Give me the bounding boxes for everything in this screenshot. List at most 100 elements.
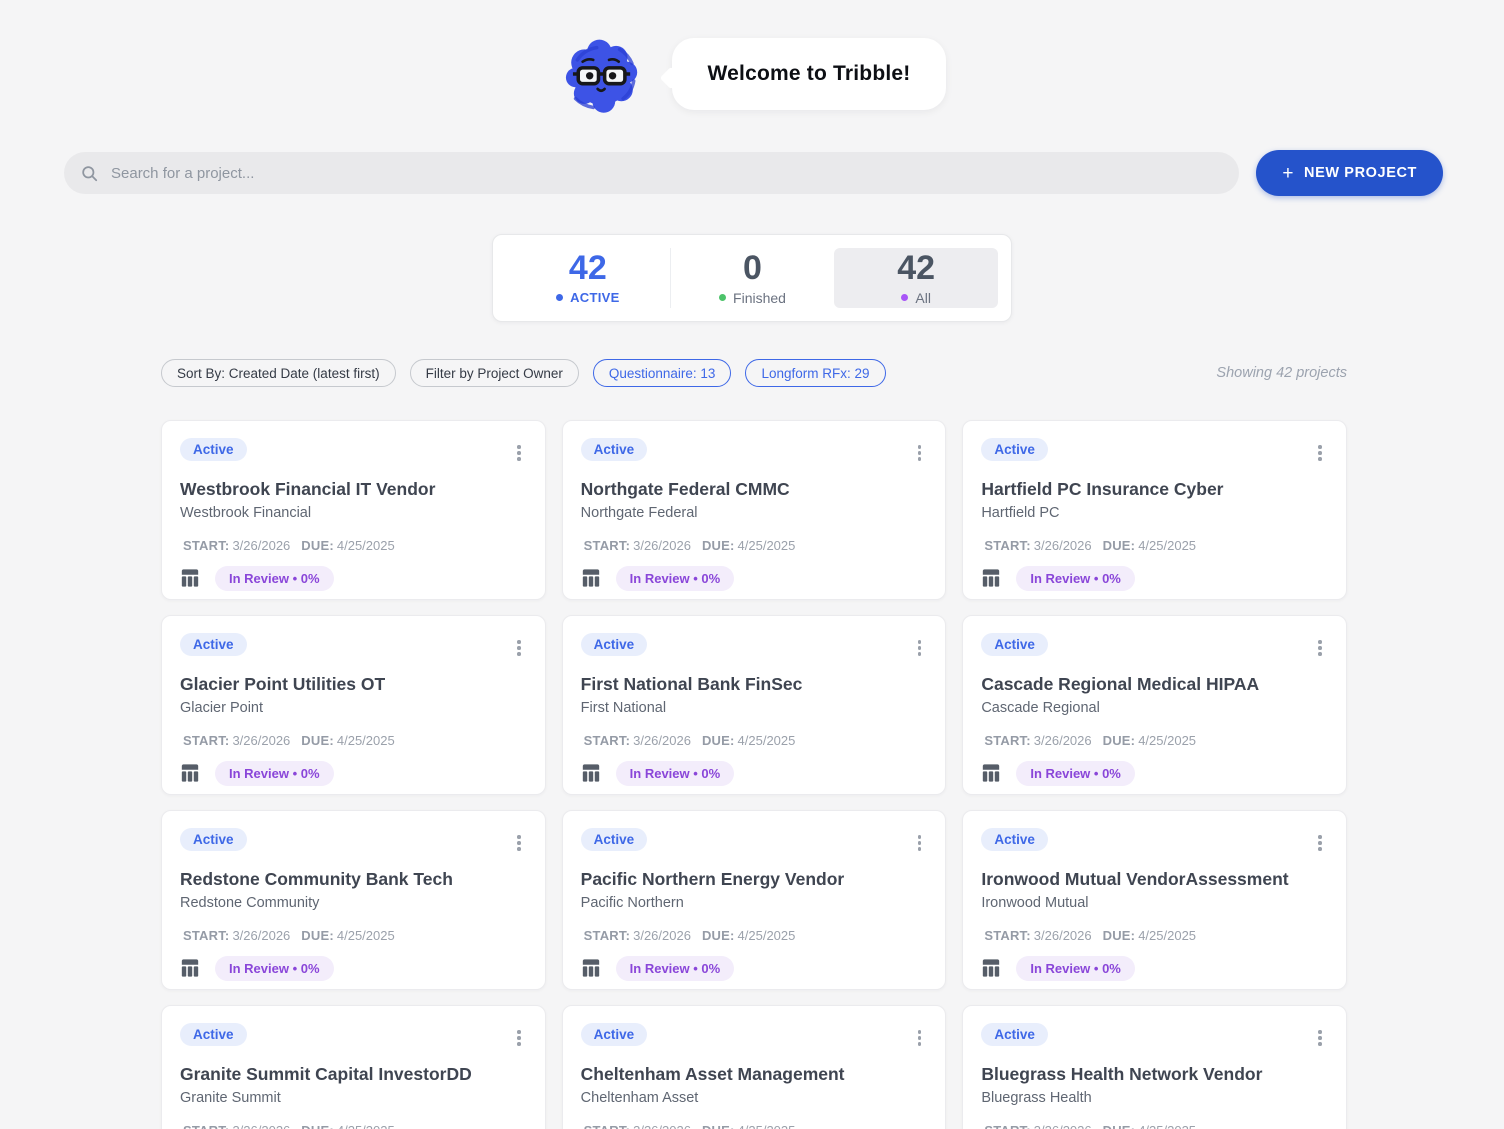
table-icon — [582, 764, 599, 782]
project-card[interactable]: Active Glacier Point Utilities OT Glacie… — [161, 615, 546, 795]
card-dates: START:3/26/2026 DUE:4/25/2025 — [981, 538, 1328, 553]
start-label: START: — [183, 537, 230, 553]
search-input[interactable] — [111, 164, 1224, 182]
due-label: DUE: — [702, 1123, 735, 1129]
due-value: 4/25/2025 — [1138, 1123, 1196, 1129]
finished-dot-icon — [719, 294, 727, 301]
search-box[interactable] — [64, 152, 1240, 194]
active-label: ACTIVE — [570, 290, 620, 305]
card-menu-button[interactable] — [912, 635, 928, 661]
due-value: 4/25/2025 — [336, 927, 395, 943]
card-menu-button[interactable] — [1312, 635, 1328, 661]
status-badge: Active — [180, 633, 247, 656]
card-dates: START:3/26/2026 DUE:4/25/2025 — [981, 928, 1328, 943]
new-project-button[interactable]: + NEW PROJECT — [1256, 150, 1443, 196]
card-title: Granite Summit Capital InvestorDD — [180, 1063, 472, 1084]
project-card[interactable]: Active Cascade Regional Medical HIPAA Ca… — [962, 615, 1347, 795]
finished-count: 0 — [743, 248, 762, 287]
due-label: DUE: — [701, 537, 735, 553]
card-menu-button[interactable] — [1312, 1025, 1328, 1051]
review-status-badge: In Review • 0% — [215, 760, 334, 786]
status-badge: Active — [580, 438, 648, 461]
showing-count: Showing 42 projects — [1216, 365, 1347, 381]
card-title: Hartfield PC Insurance Cyber — [981, 478, 1224, 499]
start-label: START: — [984, 732, 1031, 748]
due-label: DUE: — [301, 537, 334, 553]
review-status-badge: In Review • 0% — [615, 955, 735, 981]
project-card[interactable]: Active Bluegrass Health Network Vendor B… — [962, 1005, 1347, 1129]
card-menu-button[interactable] — [511, 440, 527, 466]
due-label: DUE: — [1102, 732, 1136, 748]
card-dates: START:3/26/2026 DUE:4/25/2025 — [581, 928, 928, 943]
start-label: START: — [183, 927, 230, 943]
card-subtitle: Glacier Point — [180, 699, 264, 716]
card-menu-button[interactable] — [511, 1025, 527, 1051]
all-count: 42 — [897, 248, 936, 287]
start-value: 3/26/2026 — [633, 732, 691, 748]
start-label: START: — [984, 1123, 1030, 1129]
card-subtitle: Westbrook Financial — [180, 504, 312, 521]
questionnaire-filter-button[interactable]: Questionnaire: 13 — [592, 359, 732, 387]
project-card[interactable]: Active Granite Summit Capital InvestorDD… — [161, 1005, 546, 1129]
due-value: 4/25/2025 — [1138, 537, 1197, 553]
card-dates: START:3/26/2026 DUE:4/25/2025 — [180, 733, 527, 748]
due-value: 4/25/2025 — [1138, 927, 1197, 943]
stat-finished[interactable]: 0 Finished — [671, 248, 835, 308]
sort-by-button[interactable]: Sort By: Created Date (latest first) — [161, 359, 396, 387]
tribble-mascot-icon — [565, 39, 637, 113]
card-title: Northgate Federal CMMC — [580, 478, 790, 499]
status-badge: Active — [180, 438, 247, 461]
card-menu-button[interactable] — [511, 635, 527, 661]
start-value: 3/26/2026 — [232, 537, 291, 553]
card-menu-button[interactable] — [912, 1025, 928, 1051]
due-label: DUE: — [301, 927, 334, 943]
project-owner-filter-button[interactable]: Filter by Project Owner — [409, 359, 579, 387]
card-subtitle: Bluegrass Health — [981, 1089, 1092, 1106]
card-subtitle: Hartfield PC — [981, 504, 1060, 521]
project-card[interactable]: Active Northgate Federal CMMC Northgate … — [561, 420, 947, 600]
all-dot-icon — [901, 294, 909, 301]
project-card[interactable]: Active Redstone Community Bank Tech Reds… — [161, 810, 546, 990]
table-icon — [181, 569, 199, 587]
card-title: Ironwood Mutual VendorAssessment — [981, 868, 1289, 889]
review-status-badge: In Review • 0% — [1016, 565, 1135, 591]
project-card[interactable]: Active Hartfield PC Insurance Cyber Hart… — [962, 420, 1347, 600]
card-dates: START:3/26/2026 DUE:4/25/2025 — [581, 1123, 928, 1129]
review-status-badge: In Review • 0% — [215, 955, 334, 981]
new-project-label: NEW PROJECT — [1304, 165, 1417, 181]
project-card[interactable]: Active Pacific Northern Energy Vendor Pa… — [561, 810, 947, 990]
card-title: Bluegrass Health Network Vendor — [981, 1063, 1263, 1084]
card-title: Cascade Regional Medical HIPAA — [981, 673, 1260, 694]
card-menu-button[interactable] — [912, 830, 928, 856]
start-value: 3/26/2026 — [633, 537, 691, 553]
filter-bar: Sort By: Created Date (latest first) Fil… — [161, 359, 1347, 387]
status-badge: Active — [981, 828, 1048, 851]
card-menu-button[interactable] — [1312, 830, 1328, 856]
card-menu-button[interactable] — [511, 830, 527, 856]
plus-icon: + — [1282, 162, 1295, 184]
project-card[interactable]: Active Cheltenham Asset Management Chelt… — [561, 1005, 947, 1129]
card-subtitle: Northgate Federal — [580, 504, 698, 521]
due-label: DUE: — [1102, 927, 1136, 943]
stat-active[interactable]: 42 ACTIVE — [506, 248, 671, 308]
due-label: DUE: — [1103, 1123, 1136, 1129]
card-menu-button[interactable] — [1312, 440, 1328, 466]
project-card[interactable]: Active Westbrook Financial IT Vendor Wes… — [161, 420, 546, 600]
table-icon — [582, 959, 599, 977]
card-title: Glacier Point Utilities OT — [180, 673, 386, 694]
card-menu-button[interactable] — [912, 440, 928, 466]
project-card[interactable]: Active Ironwood Mutual VendorAssessment … — [962, 810, 1347, 990]
stat-all[interactable]: 42 All — [834, 248, 999, 308]
search-icon — [82, 165, 98, 181]
table-icon — [983, 569, 1000, 587]
project-card[interactable]: Active First National Bank FinSec First … — [561, 615, 947, 795]
card-dates: START:3/26/2026 DUE:4/25/2025 — [180, 538, 527, 553]
table-icon — [983, 764, 1000, 782]
project-stats-card: 42 ACTIVE 0 Finished 42 All — [492, 234, 1012, 322]
card-subtitle: Cheltenham Asset — [580, 1089, 699, 1106]
review-status-badge: In Review • 0% — [1016, 760, 1135, 786]
card-title: Cheltenham Asset Management — [580, 1063, 845, 1084]
longform-rfx-filter-button[interactable]: Longform RFx: 29 — [745, 359, 886, 387]
welcome-bubble: Welcome to Tribble! — [671, 38, 947, 110]
due-value: 4/25/2025 — [737, 732, 796, 748]
